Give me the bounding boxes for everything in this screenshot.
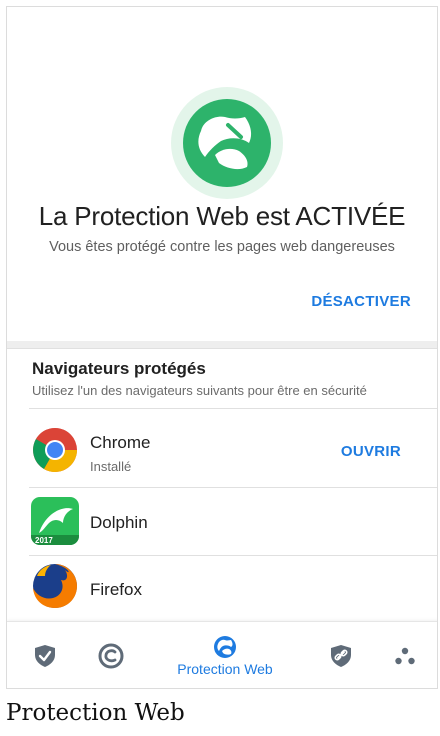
browser-name: Chrome — [90, 433, 151, 452]
nav-item-shield[interactable] — [23, 622, 67, 688]
browser-name: Firefox — [90, 580, 142, 599]
nav-item-link-shield[interactable] — [319, 622, 363, 688]
dolphin-badge: 2017 — [35, 536, 53, 545]
nav-label-web-protection: Protection Web — [177, 661, 273, 677]
web-protection-icon — [214, 636, 236, 658]
browser-status: Installé — [90, 459, 132, 474]
bottom-navigation: Protection Web — [7, 621, 437, 688]
dolphin-icon: 2017 — [31, 497, 79, 545]
browser-name: Dolphin — [90, 513, 148, 532]
firefox-icon — [33, 564, 77, 608]
browsers-section-title: Navigateurs protégés — [32, 359, 206, 378]
browsers-section-subtitle: Utilisez l'un des navigateurs suivants p… — [32, 383, 367, 398]
shield-check-icon — [35, 645, 55, 667]
page-title: La Protection Web est ACTIVÉE — [38, 201, 406, 231]
browser-row-firefox[interactable]: Firefox — [7, 557, 437, 617]
divider — [29, 487, 437, 488]
globe-shield-icon — [171, 87, 283, 199]
caption-divider — [6, 688, 438, 689]
section-separator — [7, 341, 437, 349]
chrome-icon — [33, 428, 77, 472]
browser-row-chrome[interactable]: Chrome Installé OUVRIR — [7, 419, 437, 479]
divider — [29, 555, 437, 556]
web-protection-screen: La Protection Web est ACTIVÉE Vous êtes … — [6, 6, 438, 688]
divider — [29, 408, 437, 409]
open-button[interactable]: OUVRIR — [341, 443, 401, 460]
dots-icon — [395, 647, 415, 665]
copyright-c-icon — [98, 643, 124, 669]
browser-row-dolphin[interactable]: 2017 Dolphin — [7, 490, 437, 550]
nav-item-web-protection[interactable]: Protection Web — [157, 622, 293, 688]
nav-item-anti-theft[interactable] — [89, 622, 133, 688]
screen-caption: Protection Web — [6, 700, 185, 726]
page-subtitle: Vous êtes protégé contre les pages web d… — [49, 239, 395, 255]
nav-item-more[interactable] — [383, 622, 427, 688]
deactivate-button[interactable]: DÉSACTIVER — [311, 293, 411, 310]
shield-link-icon — [331, 645, 351, 667]
